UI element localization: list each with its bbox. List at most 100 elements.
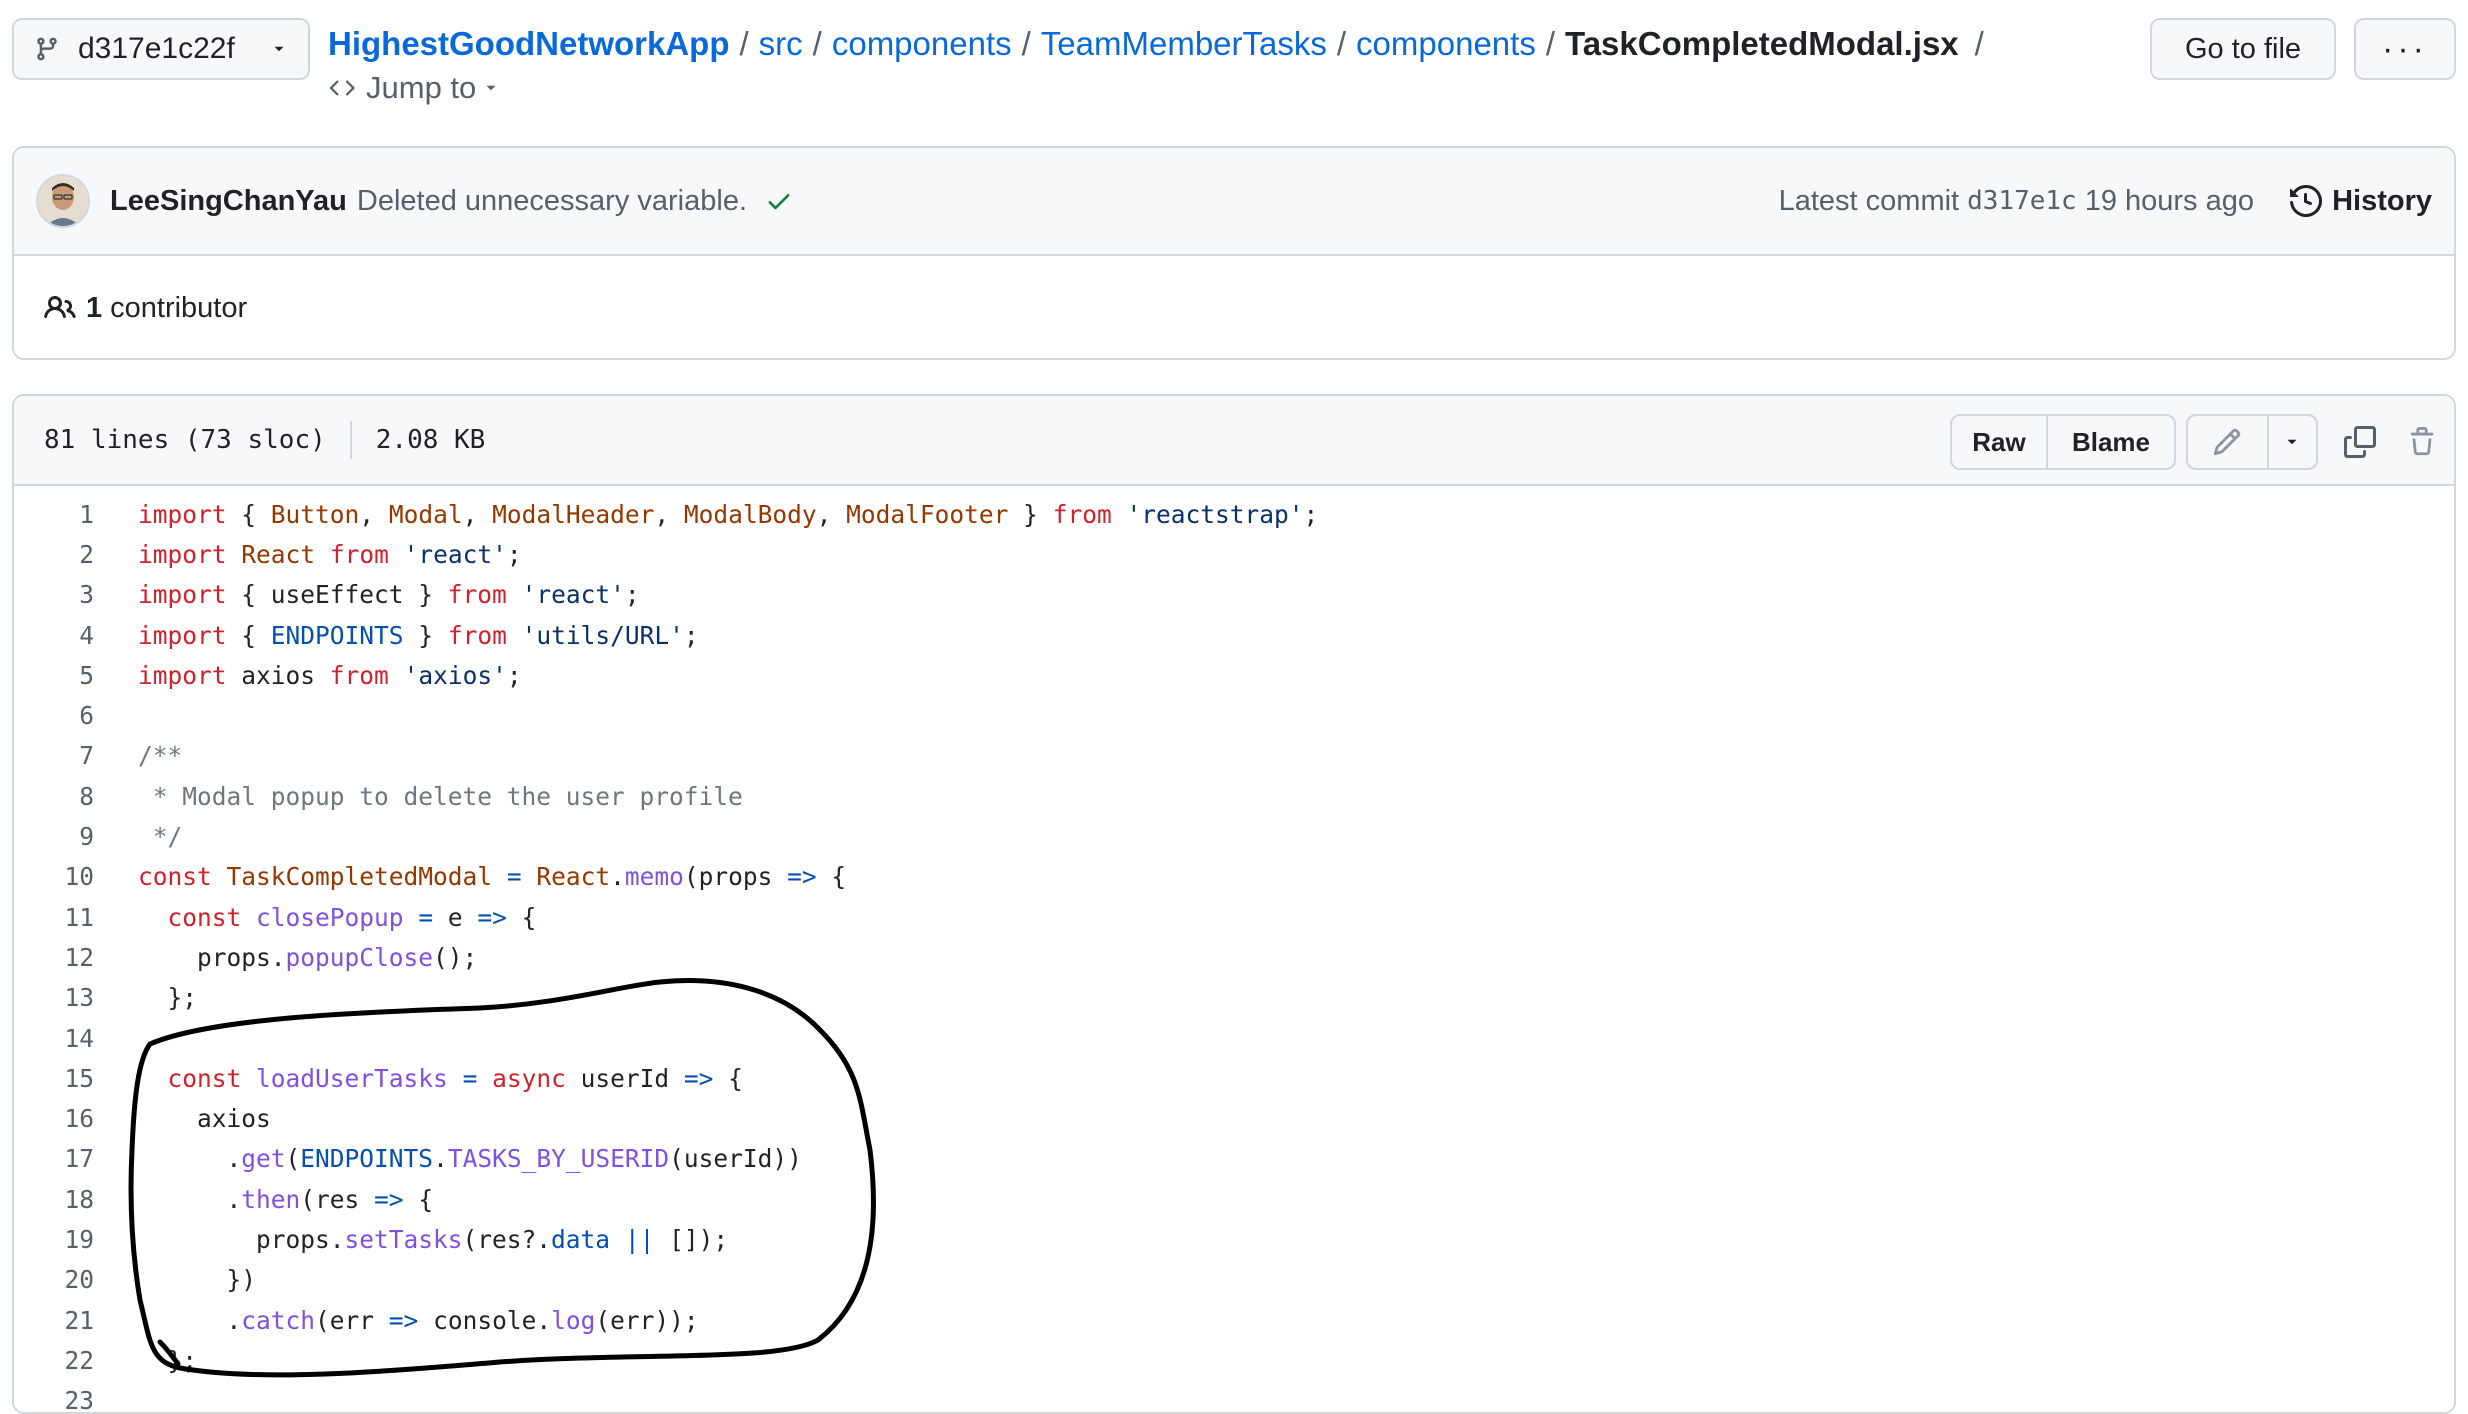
code-line: 13 }; — [14, 978, 2454, 1018]
history-button[interactable]: History — [2290, 148, 2432, 254]
line-number[interactable]: 12 — [14, 943, 94, 972]
code-token: 'utils/URL' — [521, 620, 684, 650]
contributors-row[interactable]: 1 contributor — [14, 256, 2454, 358]
code-token: = — [506, 862, 522, 892]
breadcrumb-subcomponents-link[interactable]: components — [1356, 25, 1536, 62]
code-token: ENDPOINTS — [270, 620, 404, 650]
raw-blame-group: Raw Blame — [1950, 414, 2176, 470]
code-token: import — [138, 499, 227, 529]
line-number[interactable]: 14 — [14, 1024, 94, 1053]
line-number[interactable]: 7 — [14, 741, 94, 770]
breadcrumb-teammembertasks-link[interactable]: TeamMemberTasks — [1041, 25, 1327, 62]
code-line: 18 .then(res => { — [14, 1179, 2454, 1219]
code-token: ; — [683, 620, 699, 650]
code-token: axios — [226, 660, 330, 690]
commit-author-link[interactable]: LeeSingChanYau — [110, 185, 347, 218]
trash-icon — [2407, 427, 2437, 457]
more-options-button[interactable]: ··· — [2354, 18, 2456, 80]
line-number[interactable]: 13 — [14, 983, 94, 1012]
line-number[interactable]: 22 — [14, 1346, 94, 1375]
code-line: 9 */ — [14, 816, 2454, 856]
code-text: import axios from 'axios'; — [94, 661, 522, 690]
code-token: catch — [241, 1305, 316, 1335]
raw-button[interactable]: Raw — [1952, 416, 2048, 468]
edit-file-button[interactable] — [2188, 416, 2269, 468]
breadcrumb: HighestGoodNetworkApp / src / components / Tea… — [328, 25, 1984, 62]
delete-file-button[interactable] — [2400, 420, 2444, 464]
history-icon — [2290, 185, 2323, 217]
copy-raw-button[interactable] — [2338, 420, 2382, 464]
code-line: 21 .catch(err => console.log(err)); — [14, 1300, 2454, 1340]
breadcrumb-components-link[interactable]: components — [832, 25, 1012, 62]
code-token: Modal — [388, 499, 463, 529]
edit-group — [2186, 414, 2318, 470]
line-number[interactable]: 3 — [14, 580, 94, 609]
go-to-file-button[interactable]: Go to file — [2150, 18, 2336, 80]
jump-to-button[interactable]: Jump to — [328, 70, 500, 106]
contributor-count: 1 — [86, 291, 103, 324]
code-token: , — [359, 499, 389, 529]
line-number[interactable]: 10 — [14, 862, 94, 891]
line-number[interactable]: 5 — [14, 661, 94, 690]
edit-options-dropdown[interactable] — [2269, 416, 2316, 468]
check-icon[interactable] — [765, 187, 793, 215]
caret-down-icon — [270, 40, 288, 58]
line-number[interactable]: 17 — [14, 1144, 94, 1173]
breadcrumb-trailing-sep: / — [1974, 25, 1984, 62]
code-text: .then(res => { — [94, 1184, 434, 1214]
code-view[interactable]: 1 import { Button, Modal, ModalHeader, Mo… — [14, 494, 2454, 1412]
code-token: from — [447, 580, 507, 610]
branch-selector-button[interactable]: d317e1c22f — [12, 18, 310, 80]
line-number[interactable]: 6 — [14, 701, 94, 730]
jump-to-label: Jump to — [366, 70, 477, 105]
code-token: setTasks — [344, 1224, 463, 1254]
line-number[interactable]: 4 — [14, 621, 94, 650]
code-token: Button — [270, 499, 360, 529]
line-number[interactable]: 19 — [14, 1225, 94, 1254]
breadcrumb-repo-link[interactable]: HighestGoodNetworkApp — [328, 25, 730, 62]
line-number[interactable]: 11 — [14, 903, 94, 932]
line-number[interactable]: 2 — [14, 540, 94, 569]
code-token: ; — [506, 660, 522, 690]
code-token: popupClose — [285, 942, 434, 972]
code-token: * Modal popup to delete the user profile — [138, 781, 743, 811]
code-token: { — [713, 1063, 743, 1093]
commit-sha-link[interactable]: d317e1c — [1967, 186, 2077, 216]
line-number[interactable]: 23 — [14, 1386, 94, 1412]
code-token: (res?. — [462, 1224, 552, 1254]
avatar[interactable] — [36, 174, 90, 228]
code-line: 4 import { ENDPOINTS } from 'utils/URL'; — [14, 615, 2454, 655]
line-number[interactable]: 16 — [14, 1104, 94, 1133]
code-line: 11 const closePopup = e => { — [14, 897, 2454, 937]
code-line: 15 const loadUserTasks = async userId =>… — [14, 1058, 2454, 1098]
code-text: }) — [94, 1265, 257, 1294]
line-number[interactable]: 15 — [14, 1064, 94, 1093]
commit-message-link[interactable]: Deleted unnecessary variable. — [357, 185, 747, 218]
breadcrumb-src-link[interactable]: src — [759, 25, 803, 62]
code-token: const — [167, 902, 242, 932]
code-token: TaskCompletedModal — [226, 862, 493, 892]
line-number[interactable]: 20 — [14, 1265, 94, 1294]
code-line: 5 import axios from 'axios'; — [14, 655, 2454, 695]
line-number[interactable]: 1 — [14, 500, 94, 529]
line-number[interactable]: 9 — [14, 822, 94, 851]
code-line: 8 * Modal popup to delete the user profi… — [14, 776, 2454, 816]
code-text: /** — [94, 741, 182, 770]
code-token: => — [374, 1184, 404, 1214]
blame-button[interactable]: Blame — [2048, 416, 2174, 468]
line-number[interactable]: 18 — [14, 1185, 94, 1214]
code-token: ; — [1303, 499, 1319, 529]
code-token: data — [551, 1224, 611, 1254]
code-token: import — [138, 620, 227, 650]
code-token: ModalBody — [683, 499, 817, 529]
line-number[interactable]: 8 — [14, 782, 94, 811]
line-number[interactable]: 21 — [14, 1306, 94, 1335]
code-token: import — [138, 539, 227, 569]
code-token: const — [167, 1063, 242, 1093]
